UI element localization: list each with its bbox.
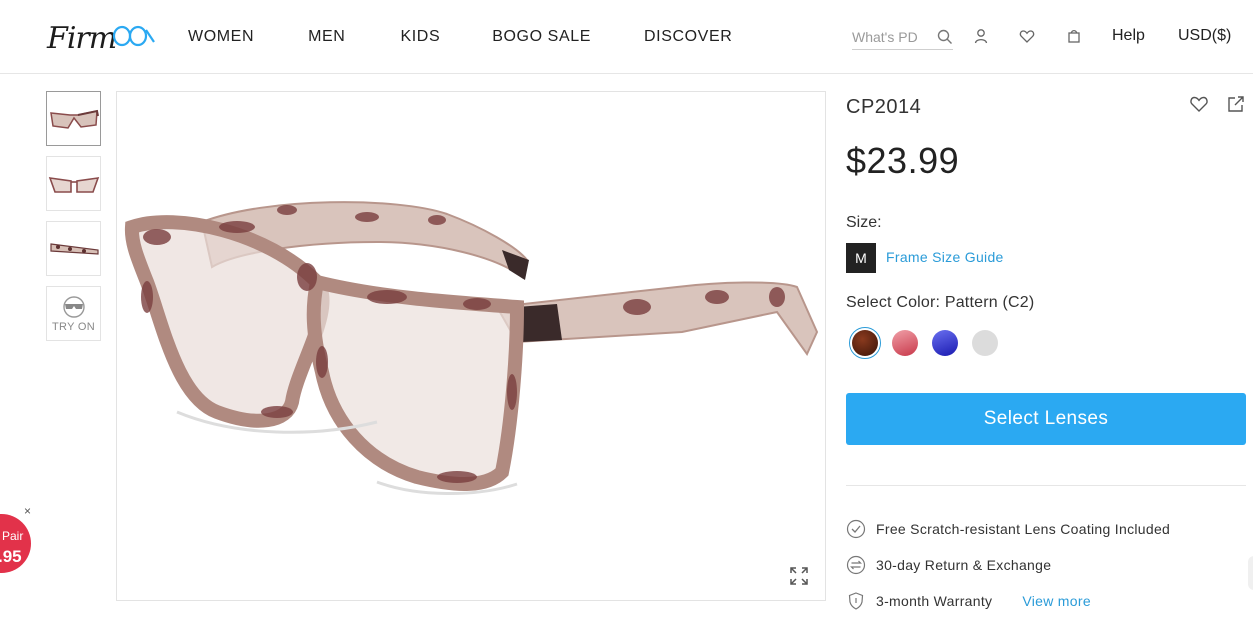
logo-glasses-mark bbox=[113, 25, 156, 47]
try-on-label: TRY ON bbox=[52, 320, 95, 333]
divider bbox=[846, 485, 1246, 486]
thumbnail-front[interactable] bbox=[46, 156, 101, 211]
color-swatch-red[interactable] bbox=[889, 327, 921, 359]
promo-close-button[interactable]: × bbox=[24, 504, 31, 518]
glasses-thumbnail-image bbox=[48, 176, 99, 193]
help-link[interactable]: Help bbox=[1112, 27, 1145, 45]
logo-text: Firm bbox=[47, 21, 117, 56]
feature-scratch-coating: Free Scratch-resistant Lens Coating Incl… bbox=[846, 519, 1170, 539]
color-swatch-clear[interactable] bbox=[969, 327, 1001, 359]
promo-bubble[interactable]: Pair .95 bbox=[0, 514, 31, 573]
color-label: Select Color: Pattern (C2) bbox=[846, 294, 1035, 311]
feature-text: 3-month Warranty bbox=[876, 593, 993, 609]
product-price: $23.99 bbox=[846, 140, 960, 181]
eyeglasses-product-image bbox=[124, 201, 819, 495]
shield-icon bbox=[846, 591, 866, 611]
promo-line-2: .95 bbox=[0, 547, 22, 566]
color-swatch-blue[interactable] bbox=[929, 327, 961, 359]
size-option-m[interactable]: M bbox=[846, 243, 876, 273]
search-input[interactable] bbox=[852, 28, 926, 45]
select-lenses-button[interactable]: Select Lenses bbox=[846, 393, 1246, 445]
search-icon[interactable] bbox=[937, 29, 953, 45]
side-tab[interactable] bbox=[1248, 556, 1253, 590]
product-title: CP2014 bbox=[846, 96, 922, 118]
cart-icon[interactable] bbox=[1065, 27, 1083, 45]
view-more-link[interactable]: View more bbox=[1022, 593, 1091, 609]
account-icon[interactable] bbox=[972, 27, 990, 45]
color-swatch-pattern[interactable] bbox=[849, 327, 881, 359]
feature-warranty: 3-month Warranty View more bbox=[846, 591, 1091, 611]
thumbnail-front-angle[interactable] bbox=[46, 91, 101, 146]
check-circle-icon bbox=[846, 519, 866, 539]
glasses-thumbnail-image bbox=[49, 242, 99, 255]
feature-text: 30-day Return & Exchange bbox=[876, 557, 1052, 573]
search-box bbox=[852, 24, 953, 50]
promo-line-1: Pair bbox=[2, 529, 24, 543]
size-label: Size: bbox=[846, 214, 882, 231]
glasses-thumbnail-image bbox=[49, 109, 99, 129]
nav-discover[interactable]: DISCOVER bbox=[644, 28, 732, 46]
thumbnail-side[interactable] bbox=[46, 221, 101, 276]
main-nav: WOMEN MEN KIDS BOGO SALE DISCOVER bbox=[188, 0, 786, 74]
frame-size-guide-link[interactable]: Frame Size Guide bbox=[886, 249, 1004, 265]
add-to-wishlist-icon[interactable] bbox=[1189, 94, 1209, 114]
wishlist-icon[interactable] bbox=[1018, 27, 1036, 45]
share-icon[interactable] bbox=[1226, 94, 1246, 114]
exchange-icon bbox=[846, 555, 866, 575]
nav-kids[interactable]: KIDS bbox=[400, 28, 440, 46]
feature-text: Free Scratch-resistant Lens Coating Incl… bbox=[876, 521, 1171, 537]
nav-bogo-sale[interactable]: BOGO SALE bbox=[492, 28, 591, 46]
site-header: Firm WOMEN MEN KIDS BOGO SALE DISCOVER W… bbox=[0, 0, 1253, 74]
face-try-on-icon bbox=[62, 295, 85, 318]
expand-icon[interactable] bbox=[789, 566, 809, 586]
try-on-button[interactable]: TRY ON bbox=[46, 286, 101, 341]
feature-return-exchange: 30-day Return & Exchange bbox=[846, 555, 1051, 575]
currency-selector[interactable]: USD($) bbox=[1178, 27, 1231, 45]
nav-women[interactable]: WOMEN bbox=[188, 28, 254, 46]
nav-men[interactable]: MEN bbox=[308, 28, 345, 46]
product-main-image[interactable] bbox=[116, 91, 826, 601]
logo[interactable]: Firm bbox=[47, 16, 156, 56]
